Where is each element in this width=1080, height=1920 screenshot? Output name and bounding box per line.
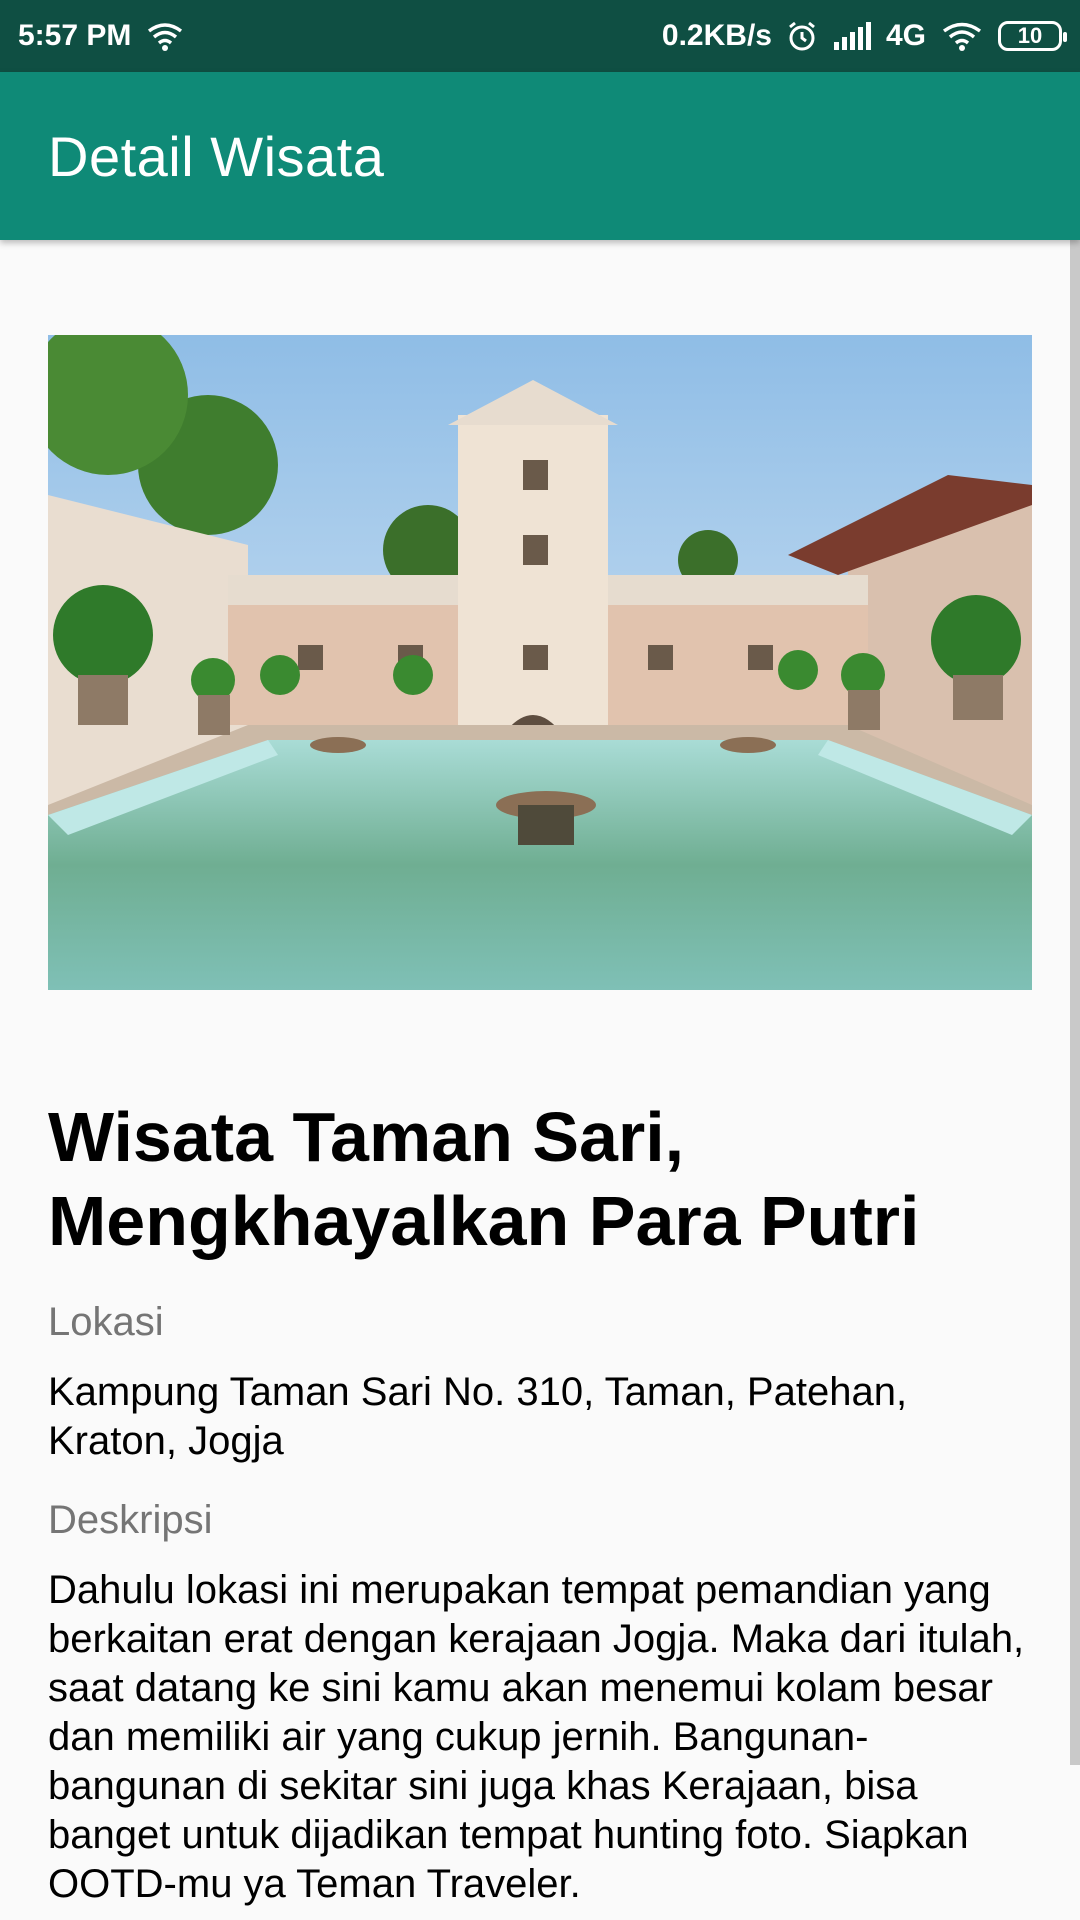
detail-content[interactable]: Wisata Taman Sari, Mengkhayalkan Para Pu…: [0, 240, 1080, 1920]
wifi-icon: [940, 21, 984, 51]
status-time: 5:57 PM: [18, 19, 132, 52]
place-title: Wisata Taman Sari, Mengkhayalkan Para Pu…: [48, 1098, 920, 1260]
status-bar: 5:57 PM 0.2KB/s 4G 10: [0, 0, 1080, 72]
location-label: Lokasi: [48, 1300, 164, 1344]
wifi-icon: [145, 21, 185, 51]
network-speed: 0.2KB/s: [661, 19, 772, 52]
network-type: 4G: [885, 19, 926, 52]
signal-icon: [832, 22, 872, 50]
location-text: Kampung Taman Sari No. 310, Taman, Pateh…: [48, 1370, 908, 1463]
scrollbar[interactable]: [1070, 240, 1080, 1765]
page-title: Detail Wisata: [48, 124, 385, 188]
description-text: Dahulu lokasi ini merupakan tempat peman…: [48, 1568, 1025, 1906]
battery-level: 10: [1017, 23, 1043, 48]
description-label: Deskripsi: [48, 1498, 213, 1542]
alarm-icon: [786, 20, 818, 52]
battery-icon: 10: [998, 21, 1067, 51]
hero-image: [48, 335, 1032, 990]
app-bar: Detail Wisata: [0, 72, 1080, 240]
